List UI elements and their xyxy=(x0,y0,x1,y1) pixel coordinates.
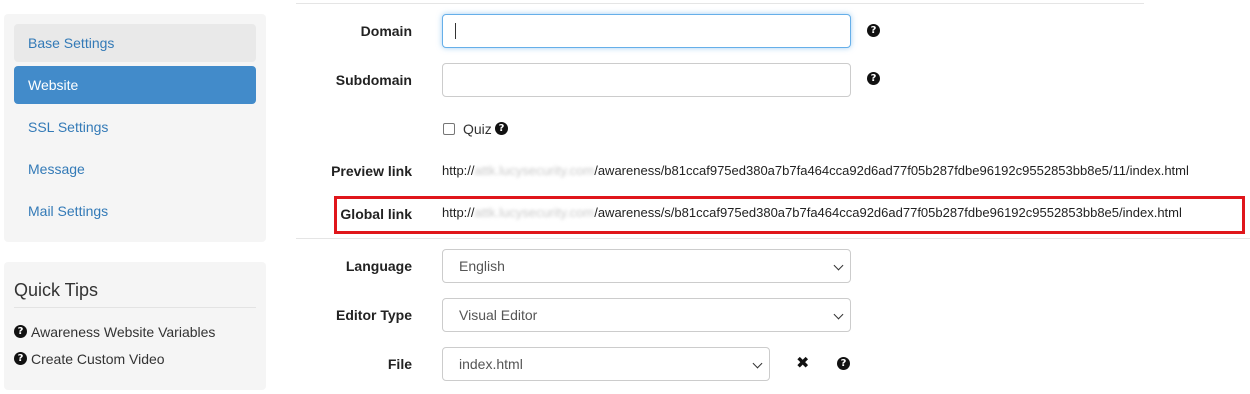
domain-input[interactable] xyxy=(442,14,851,48)
quick-tips-title: Quick Tips xyxy=(14,272,256,308)
subdomain-label: Subdomain xyxy=(335,72,412,88)
subdomain-input[interactable] xyxy=(442,63,851,97)
domain-help-icon[interactable]: ? xyxy=(867,24,880,37)
tip-label: Create Custom Video xyxy=(31,350,165,367)
question-circle-icon: ? xyxy=(14,325,27,338)
text-caret xyxy=(455,23,456,39)
sidebar-item-message[interactable]: Message xyxy=(14,150,256,188)
sidebar-item-mail-settings[interactable]: Mail Settings xyxy=(14,192,256,230)
editor-type-select[interactable]: Visual Editor xyxy=(442,298,851,332)
file-help-icon[interactable]: ? xyxy=(837,357,850,370)
settings-sidebar: Base Settings Website SSL Settings Messa… xyxy=(4,14,266,242)
file-selected-value: index.html xyxy=(459,356,523,372)
subdomain-help-icon[interactable]: ? xyxy=(867,72,880,85)
global-link-highlight-box xyxy=(334,196,1245,234)
language-select[interactable]: English xyxy=(442,249,851,283)
editor-type-selected-value: Visual Editor xyxy=(459,307,538,323)
editor-type-label: Editor Type xyxy=(336,307,412,323)
quiz-label[interactable]: Quiz xyxy=(463,121,492,137)
tip-create-custom-video[interactable]: ? Create Custom Video xyxy=(14,345,256,372)
divider xyxy=(296,3,1144,4)
sidebar-item-base-settings[interactable]: Base Settings xyxy=(14,24,256,62)
language-selected-value: English xyxy=(459,258,505,274)
chevron-down-icon xyxy=(833,309,844,320)
divider xyxy=(296,238,1250,239)
quick-tips-panel: Quick Tips ? Awareness Website Variables… xyxy=(4,262,266,390)
quiz-help-icon[interactable]: ? xyxy=(495,122,508,135)
language-label: Language xyxy=(345,258,412,274)
quiz-checkbox[interactable] xyxy=(443,123,455,135)
tip-awareness-website-variables[interactable]: ? Awareness Website Variables xyxy=(14,318,256,345)
tip-label: Awareness Website Variables xyxy=(31,323,216,340)
url-path: /awareness/b81ccaf975ed380a7b7fa464cca92… xyxy=(594,163,1189,178)
file-label: File xyxy=(387,356,412,372)
question-circle-icon: ? xyxy=(14,352,27,365)
preview-link-url[interactable]: http://attk.lucysecurity.com/awareness/b… xyxy=(442,163,1189,178)
url-host-blurred: attk.lucysecurity.com xyxy=(474,163,595,178)
chevron-down-icon xyxy=(752,358,763,369)
sidebar-item-ssl-settings[interactable]: SSL Settings xyxy=(14,108,256,146)
domain-label: Domain xyxy=(360,23,412,39)
preview-link-label: Preview link xyxy=(331,163,412,179)
file-select[interactable]: index.html xyxy=(442,347,770,381)
remove-file-icon[interactable]: ✖ xyxy=(796,353,809,372)
chevron-down-icon xyxy=(833,260,844,271)
url-prefix: http:// xyxy=(442,163,475,178)
sidebar-item-website[interactable]: Website xyxy=(14,66,256,104)
